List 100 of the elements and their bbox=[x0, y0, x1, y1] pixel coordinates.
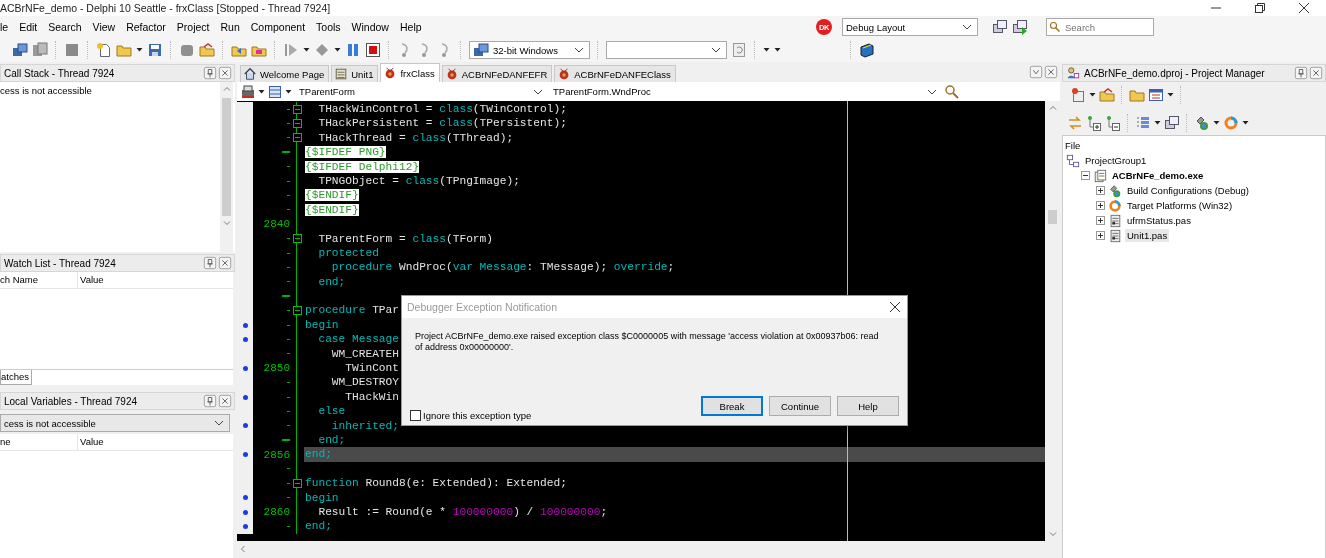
remove-node-icon[interactable] bbox=[1105, 115, 1121, 131]
windows-icon[interactable] bbox=[1164, 115, 1180, 131]
menu-item[interactable]: Refactor bbox=[120, 21, 172, 33]
pin-icon[interactable] bbox=[203, 66, 217, 80]
menu-item[interactable]: Search bbox=[42, 21, 88, 33]
build-icon bbox=[1108, 183, 1122, 198]
pages-icon[interactable] bbox=[32, 42, 48, 58]
column-header[interactable]: File bbox=[1063, 138, 1325, 153]
close-icon[interactable] bbox=[1296, 0, 1312, 16]
search-field[interactable]: Search bbox=[1046, 18, 1154, 36]
breakpoint-dot[interactable] bbox=[242, 495, 248, 501]
line-number: 2850 bbox=[263, 361, 290, 376]
rounded-square-icon[interactable] bbox=[179, 42, 195, 58]
search-icon[interactable] bbox=[944, 83, 960, 100]
tab[interactable]: atches bbox=[0, 370, 32, 385]
dialog-button[interactable]: Break bbox=[701, 396, 763, 416]
fold-icon[interactable] bbox=[292, 478, 302, 488]
editor-tab[interactable]: Unit1 bbox=[331, 65, 379, 82]
menu-item[interactable]: le bbox=[0, 21, 14, 33]
column-header[interactable]: ch Name bbox=[0, 272, 78, 288]
tree-item[interactable]: ufrmStatus.pas bbox=[1125, 214, 1193, 227]
menu-item[interactable]: View bbox=[87, 21, 121, 33]
breakpoint-dot[interactable] bbox=[242, 524, 248, 529]
search-icon[interactable] bbox=[1049, 21, 1061, 33]
fold-icon[interactable] bbox=[292, 234, 302, 244]
expand-icon[interactable] bbox=[1096, 201, 1105, 210]
tree-item[interactable]: ACBrNFe_demo.exe bbox=[1110, 169, 1206, 182]
windows-icon[interactable] bbox=[1012, 19, 1028, 35]
layout-combo[interactable]: Debug Layout bbox=[842, 18, 978, 36]
build-icon[interactable] bbox=[1194, 115, 1210, 131]
editor-tab[interactable]: Welcome Page bbox=[240, 65, 330, 82]
column-header[interactable]: Value bbox=[78, 272, 233, 288]
editor-tab[interactable]: frxClass bbox=[380, 63, 440, 82]
expand-icon[interactable] bbox=[1096, 186, 1105, 195]
refresh-icon[interactable] bbox=[731, 42, 747, 58]
scrollbar[interactable] bbox=[1045, 101, 1060, 541]
column-header[interactable]: Value bbox=[78, 434, 233, 450]
breakpoint-dot[interactable] bbox=[242, 336, 248, 342]
folder-icon[interactable] bbox=[1099, 87, 1115, 103]
restore-icon[interactable] bbox=[1252, 0, 1268, 16]
pin-icon[interactable] bbox=[203, 394, 217, 408]
stop-icon[interactable] bbox=[365, 42, 381, 58]
fold-icon[interactable] bbox=[292, 119, 302, 129]
tree-item[interactable]: ProjectGroup1 bbox=[1083, 154, 1149, 167]
home-icon[interactable] bbox=[243, 67, 257, 81]
pause-icon[interactable] bbox=[345, 42, 361, 58]
menu-item[interactable]: Edit bbox=[13, 21, 43, 33]
list-icon[interactable] bbox=[267, 83, 283, 100]
editor-tab[interactable]: ACBrNFeDANFEFR bbox=[441, 65, 553, 82]
menu-item[interactable]: Tools bbox=[310, 21, 347, 33]
fold-icon[interactable] bbox=[292, 104, 302, 114]
breakpoint-dot[interactable] bbox=[242, 452, 248, 458]
dialog-button[interactable]: Help bbox=[837, 396, 899, 416]
context-combo[interactable]: cess is not accessible bbox=[0, 414, 230, 432]
editor-tab[interactable]: ACBrNFeDANFEClass bbox=[554, 65, 676, 82]
windows-icon[interactable] bbox=[992, 19, 1008, 35]
toolbox-icon[interactable] bbox=[240, 83, 256, 100]
menu-item[interactable]: Project bbox=[171, 21, 215, 33]
platform-combo[interactable]: 32-bit Windows bbox=[469, 41, 590, 59]
dialog-button[interactable]: Continue bbox=[769, 396, 831, 416]
pin-icon[interactable] bbox=[1294, 66, 1308, 80]
code-line: THackPersistent = class(TPersistent); bbox=[317, 116, 567, 131]
square-icon[interactable] bbox=[64, 42, 80, 58]
scroll-thumb[interactable] bbox=[222, 98, 231, 216]
breakpoint-dot[interactable] bbox=[242, 322, 248, 328]
breakpoint-dot[interactable] bbox=[242, 365, 248, 371]
save-icon[interactable] bbox=[147, 42, 163, 58]
breakpoint-dot[interactable] bbox=[242, 509, 248, 515]
tree-item[interactable]: Target Platforms (Win32) bbox=[1125, 199, 1235, 212]
collapse-icon[interactable] bbox=[1081, 171, 1090, 180]
fold-icon[interactable] bbox=[292, 306, 302, 316]
pin-icon[interactable] bbox=[203, 256, 217, 270]
menu-item[interactable]: Component bbox=[245, 21, 311, 33]
new-file-icon[interactable] bbox=[96, 42, 112, 58]
fold-icon[interactable] bbox=[292, 133, 302, 143]
column-header[interactable]: ne bbox=[0, 434, 78, 450]
tree-item[interactable]: Build Configurations (Debug) bbox=[1125, 184, 1251, 197]
breakpoint-dot[interactable] bbox=[242, 394, 248, 400]
new-item-icon[interactable] bbox=[1070, 87, 1086, 103]
breakpoint-dot[interactable] bbox=[242, 423, 248, 429]
close-icon[interactable] bbox=[887, 299, 903, 315]
menu-item[interactable]: Help bbox=[394, 21, 428, 33]
expand-icon[interactable] bbox=[1096, 231, 1105, 240]
code-line: end; bbox=[304, 447, 332, 462]
scroll-thumb[interactable] bbox=[1048, 210, 1057, 224]
dropdown-icon[interactable] bbox=[1029, 65, 1043, 79]
add-node-icon[interactable] bbox=[1086, 115, 1102, 131]
calendar-icon[interactable] bbox=[1148, 87, 1164, 103]
windows-icon[interactable] bbox=[473, 42, 489, 58]
menu-item[interactable]: Window bbox=[346, 21, 395, 33]
book-icon[interactable] bbox=[859, 42, 875, 58]
scrollbar[interactable] bbox=[220, 82, 233, 252]
folder-icon[interactable] bbox=[199, 42, 215, 58]
windows-icon[interactable] bbox=[12, 42, 28, 58]
expand-icon[interactable] bbox=[1096, 216, 1105, 225]
menu-item[interactable]: Run bbox=[215, 21, 246, 33]
tree-item[interactable]: Unit1.pas bbox=[1125, 229, 1170, 242]
call-stack-entry[interactable]: cess is not accessible bbox=[0, 84, 220, 97]
folder-icon[interactable] bbox=[1129, 87, 1145, 103]
form-icon[interactable] bbox=[334, 67, 349, 81]
